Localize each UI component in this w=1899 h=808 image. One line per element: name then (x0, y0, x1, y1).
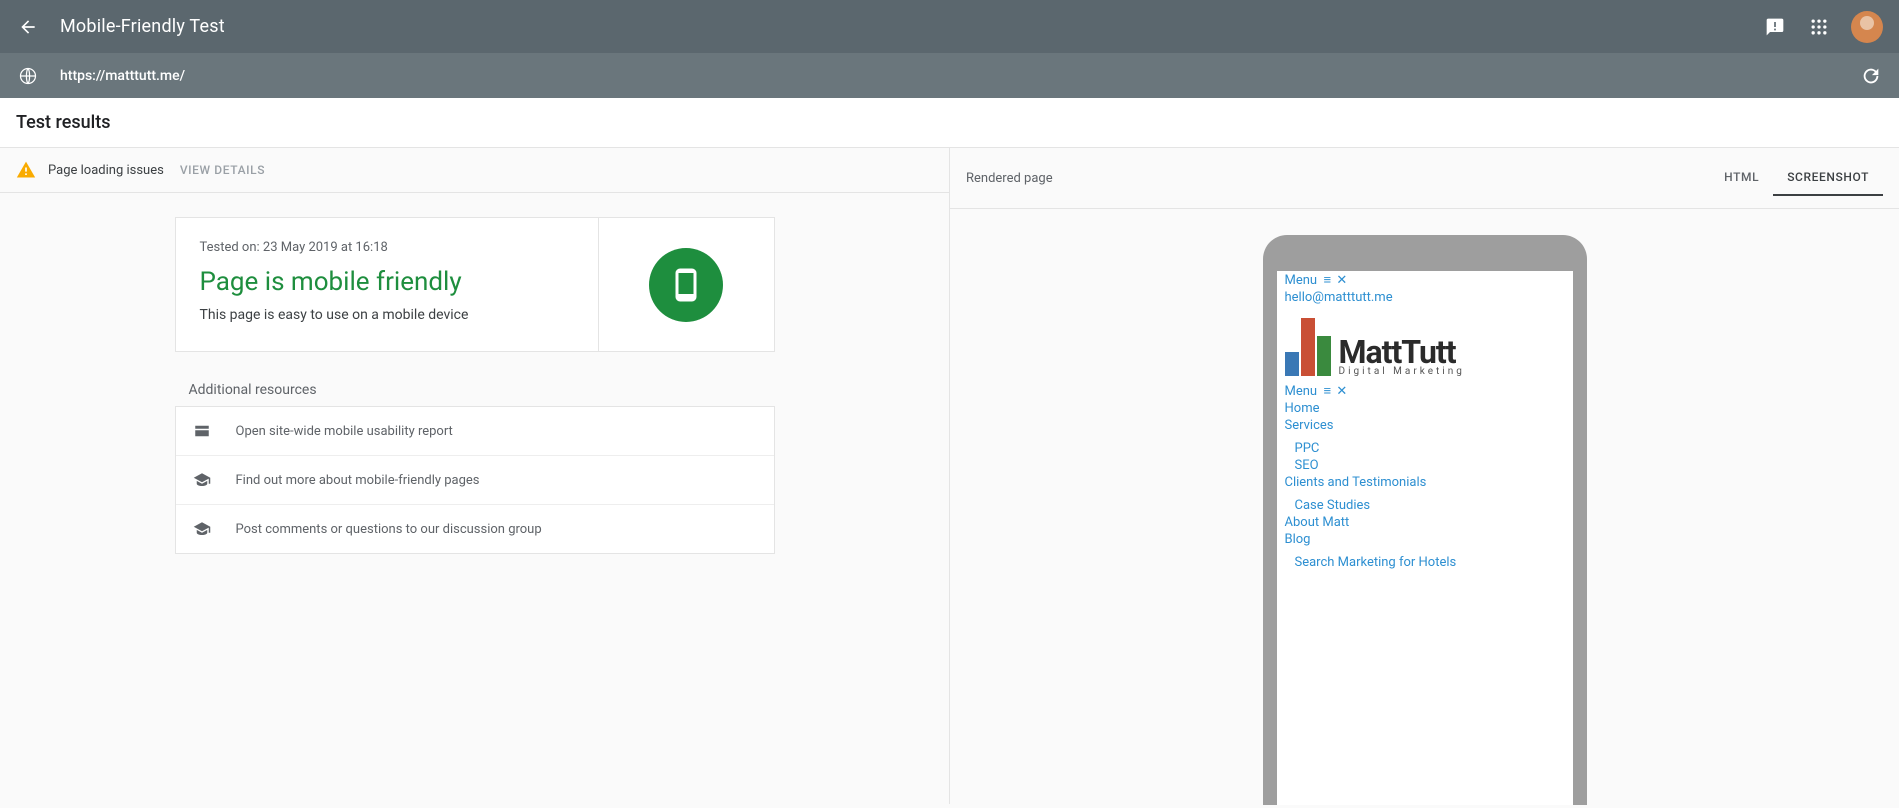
view-details-button[interactable]: VIEW DETAILS (180, 163, 265, 177)
additional-resources-card: Open site-wide mobile usability report F… (175, 406, 775, 554)
warning-label: Page loading issues (48, 163, 164, 178)
mobile-friendly-badge (649, 248, 723, 322)
additional-resources-heading: Additional resources (175, 382, 775, 398)
mock-nav-case-studies: Case Studies (1295, 498, 1565, 513)
tested-on-timestamp: Tested on: 23 May 2019 at 16:18 (200, 240, 574, 255)
mock-site-logo: MattTutt Digital Marketing (1277, 306, 1573, 382)
resource-discussion-group[interactable]: Post comments or questions to our discus… (176, 505, 774, 553)
render-tabs: HTML SCREENSHOT (1710, 160, 1883, 196)
account-avatar[interactable] (1851, 11, 1883, 43)
warning-icon (16, 160, 36, 180)
resource-usability-report[interactable]: Open site-wide mobile usability report (176, 407, 774, 456)
resource-label: Post comments or questions to our discus… (236, 522, 542, 537)
report-icon (192, 421, 212, 441)
app-header: Mobile-Friendly Test (0, 0, 1899, 53)
mock-nav-blog: Blog (1285, 532, 1565, 547)
resource-label: Open site-wide mobile usability report (236, 424, 453, 439)
smartphone-icon (668, 267, 704, 303)
tested-url[interactable]: https://matttutt.me/ (60, 68, 1859, 84)
apps-button[interactable] (1807, 15, 1831, 39)
result-heading: Page is mobile friendly (200, 267, 574, 297)
mock-nav-home: Home (1285, 401, 1565, 416)
mock-menu-top: Menu ≡ ✕ (1285, 272, 1565, 288)
mock-logo-sub: Digital Marketing (1339, 367, 1465, 376)
globe-icon (16, 64, 40, 88)
tab-html[interactable]: HTML (1710, 160, 1773, 196)
results-panel: Page loading issues VIEW DETAILS Tested … (0, 148, 950, 804)
mock-nav-seo: SEO (1295, 458, 1565, 473)
result-subtext: This page is easy to use on a mobile dev… (200, 307, 574, 323)
apps-grid-icon (1809, 17, 1829, 37)
device-frame: Menu ≡ ✕ hello@matttutt.me MattTutt Digi… (1263, 235, 1587, 805)
url-bar: https://matttutt.me/ (0, 53, 1899, 98)
rendered-header: Rendered page HTML SCREENSHOT (950, 148, 1899, 209)
mock-nav-ppc: PPC (1295, 441, 1565, 456)
result-card: Tested on: 23 May 2019 at 16:18 Page is … (175, 217, 775, 352)
mock-nav-hotels: Search Marketing for Hotels (1295, 555, 1565, 570)
mock-nav-about: About Matt (1285, 515, 1565, 530)
school-icon (192, 519, 212, 539)
feedback-button[interactable] (1763, 15, 1787, 39)
app-title: Mobile-Friendly Test (60, 16, 225, 37)
rendered-screenshot[interactable]: Menu ≡ ✕ hello@matttutt.me MattTutt Digi… (1277, 271, 1573, 805)
resource-label: Find out more about mobile-friendly page… (236, 473, 480, 488)
mock-menu-nav: Menu ≡ ✕ (1285, 383, 1565, 399)
rendered-panel: Rendered page HTML SCREENSHOT Menu ≡ ✕ h… (950, 148, 1899, 804)
back-button[interactable] (16, 15, 40, 39)
resource-learn-more[interactable]: Find out more about mobile-friendly page… (176, 456, 774, 505)
mock-email: hello@matttutt.me (1285, 290, 1565, 305)
announcement-icon (1765, 17, 1785, 37)
refresh-icon (1860, 65, 1882, 87)
rendered-page-title: Rendered page (966, 171, 1710, 186)
page-loading-issues-bar: Page loading issues VIEW DETAILS (0, 148, 949, 193)
mock-nav-clients: Clients and Testimonials (1285, 475, 1565, 490)
refresh-button[interactable] (1859, 64, 1883, 88)
school-icon (192, 470, 212, 490)
tab-screenshot[interactable]: SCREENSHOT (1773, 160, 1883, 196)
page-title: Test results (0, 98, 1899, 148)
arrow-left-icon (18, 17, 38, 37)
mock-logo-main: MattTutt (1339, 338, 1465, 367)
mock-nav-services: Services (1285, 418, 1565, 433)
